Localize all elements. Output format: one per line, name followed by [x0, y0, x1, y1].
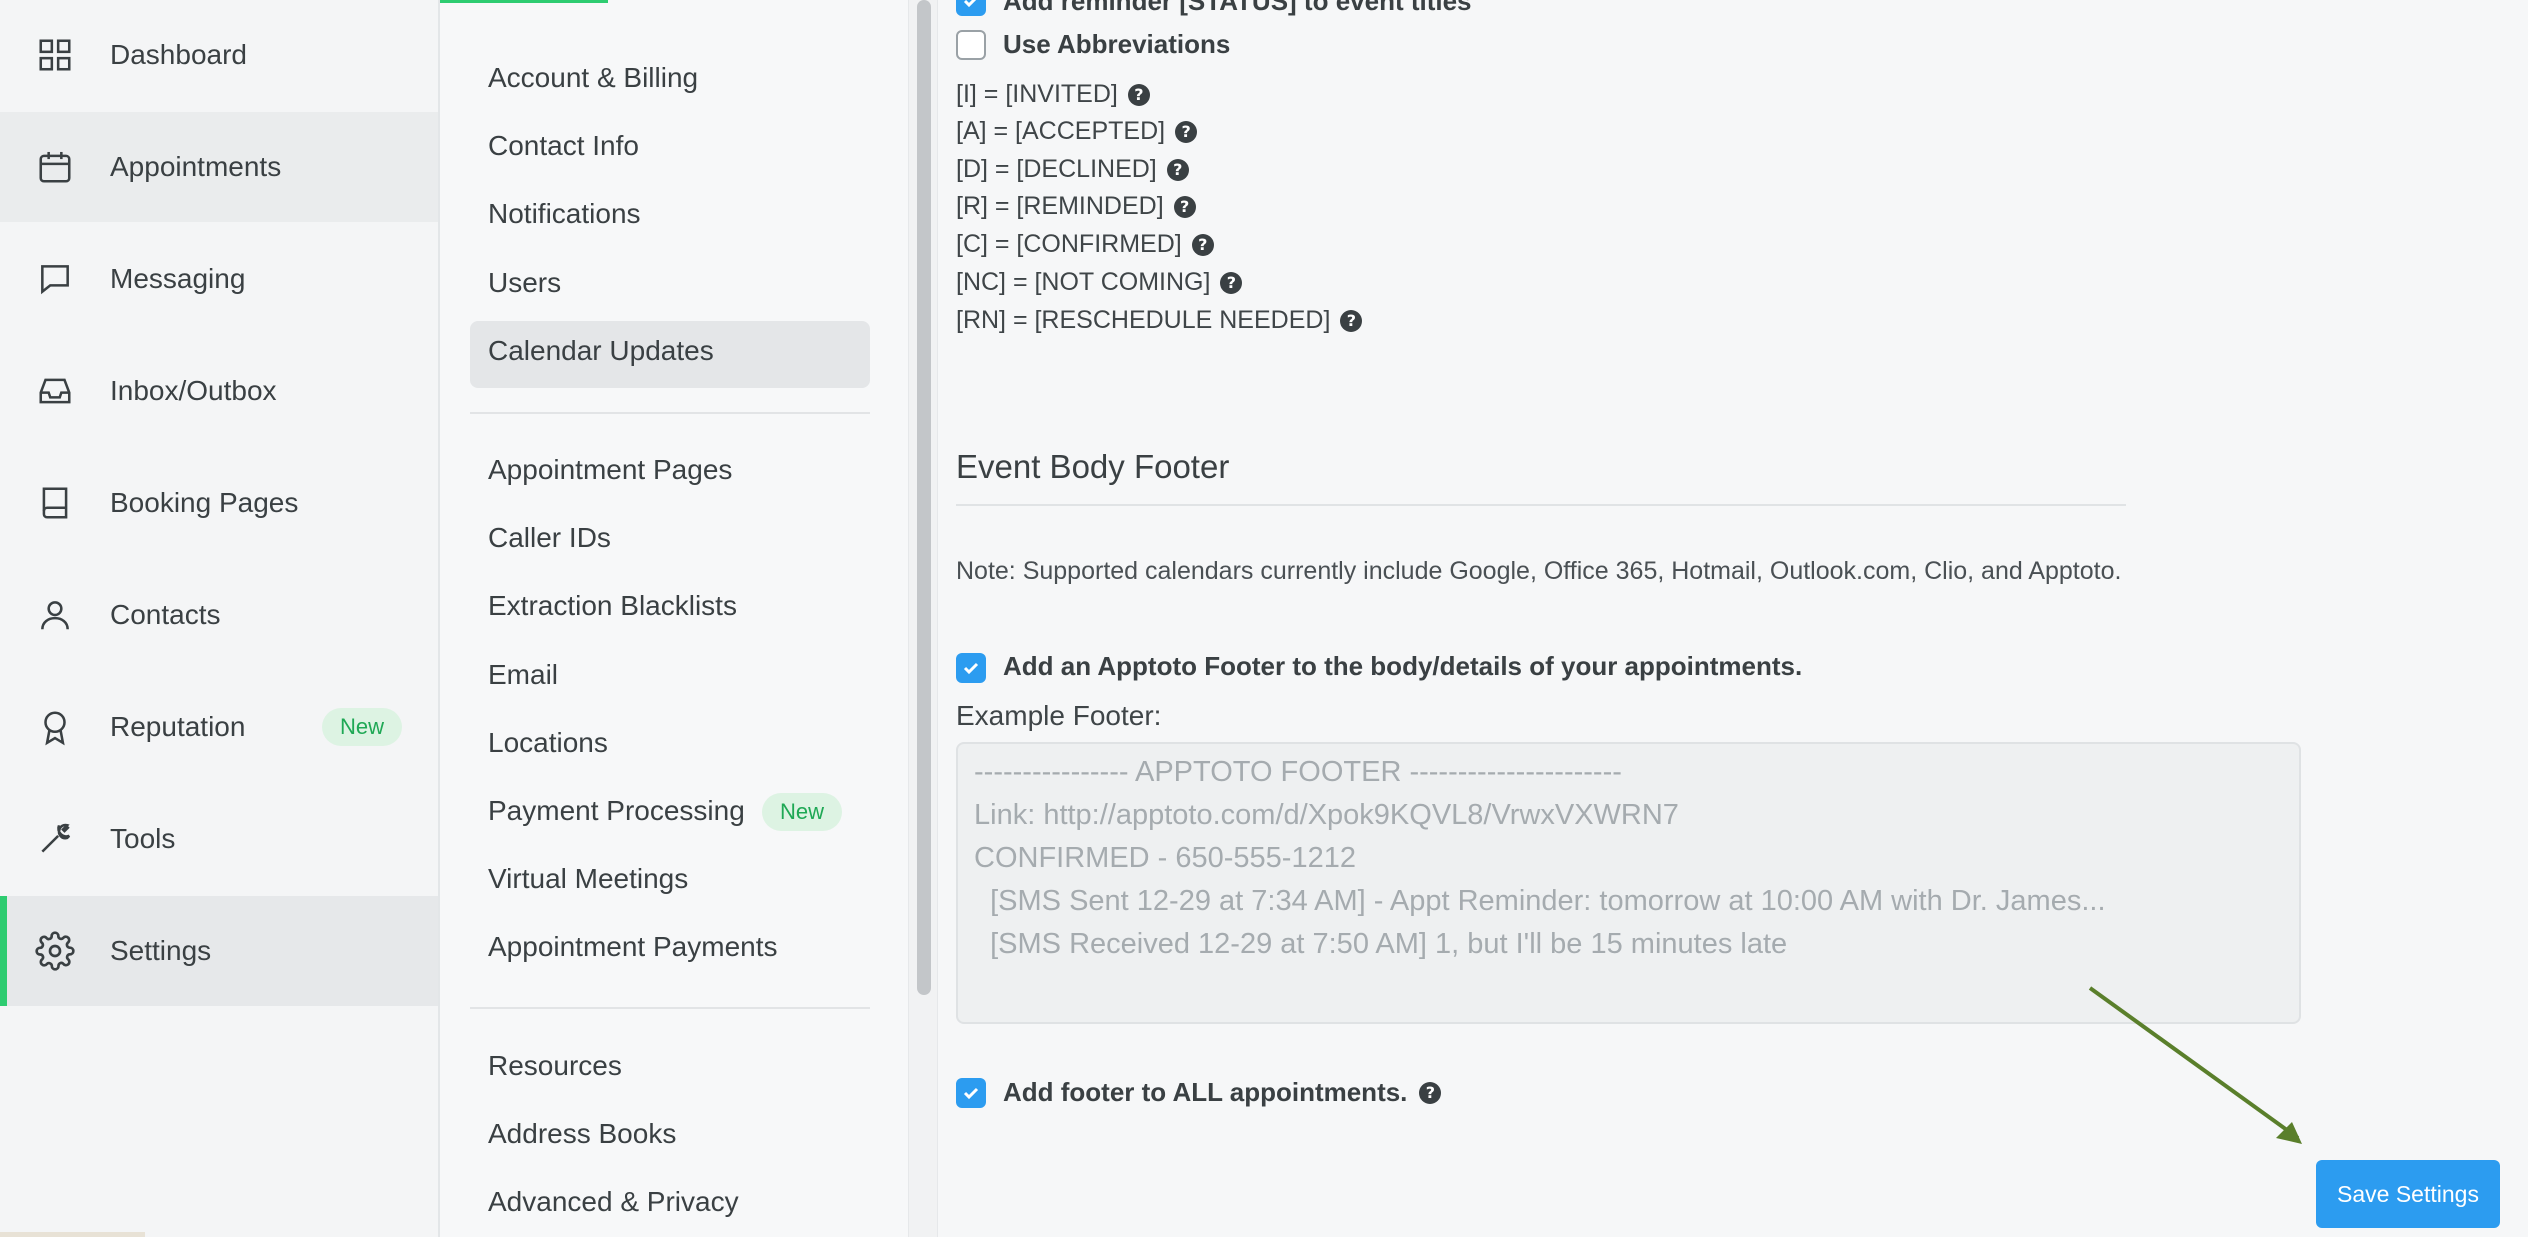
nav-label: Inbox/Outbox: [110, 375, 277, 406]
submenu-item-resources[interactable]: Resources: [488, 1050, 622, 1082]
nav-item-inbox-outbox[interactable]: Inbox/Outbox: [0, 336, 438, 446]
abbreviation-item: [D] = [DECLINED]?: [956, 155, 1189, 184]
nav-item-contacts[interactable]: Contacts: [0, 560, 438, 670]
nav-label: Booking Pages: [110, 487, 299, 518]
help-icon[interactable]: ?: [1191, 233, 1214, 256]
submenu-item-email[interactable]: Email: [488, 659, 558, 691]
abbreviation-text: [C] = [CONFIRMED]: [956, 230, 1182, 258]
example-footer-label: Example Footer:: [956, 700, 1162, 731]
submenu-item-users[interactable]: Users: [488, 267, 561, 299]
abbreviation-item: [RN] = [RESCHEDULE NEEDED]?: [956, 306, 1363, 335]
submenu-divider: [470, 412, 870, 414]
section-divider: [956, 504, 2126, 506]
abbreviation-text: [I] = [INVITED]: [956, 80, 1118, 108]
abbreviation-text: [NC] = [NOT COMING]: [956, 268, 1211, 296]
example-footer-line: [SMS Received 12-29 at 7:50 AM] 1, but I…: [974, 928, 1788, 960]
supported-calendars-note: Note: Supported calendars currently incl…: [956, 557, 2122, 585]
abbreviation-item: [NC] = [NOT COMING]?: [956, 268, 1243, 297]
submenu-item-calendar-updates[interactable]: Calendar Updates: [488, 335, 714, 367]
new-badge: New: [762, 793, 843, 831]
add-footer-checkbox[interactable]: [956, 653, 986, 683]
active-tab-indicator: [440, 0, 608, 3]
nav-label: Appointments: [110, 151, 282, 182]
abbreviation-text: [A] = [ACCEPTED]: [956, 117, 1166, 145]
abbreviation-item: [C] = [CONFIRMED]?: [956, 230, 1214, 259]
help-icon[interactable]: ?: [1340, 309, 1363, 332]
nav-item-reputation[interactable]: Reputation New: [0, 672, 438, 782]
help-icon[interactable]: ?: [1220, 271, 1243, 294]
person-icon: [34, 594, 76, 636]
calendar-icon: [34, 146, 76, 188]
example-footer-line: Link: http://apptoto.com/d/Xpok9KQVL8/Vr…: [974, 799, 1679, 831]
nav-label: Dashboard: [110, 39, 247, 70]
bottom-strip: [0, 1232, 145, 1237]
submenu-item-address-books[interactable]: Address Books: [488, 1118, 676, 1150]
add-reminder-checkbox[interactable]: [956, 0, 986, 16]
gear-icon: [34, 930, 76, 972]
nav-item-booking-pages[interactable]: Booking Pages: [0, 448, 438, 558]
nav-item-messaging[interactable]: Messaging: [0, 224, 438, 334]
submenu-item-notifications[interactable]: Notifications: [488, 198, 641, 230]
submenu-item-payment-processing[interactable]: Payment Processing: [488, 795, 745, 827]
submenu-divider: [470, 1007, 870, 1009]
use-abbreviations-checkbox[interactable]: [956, 30, 986, 60]
submenu-item-caller-ids[interactable]: Caller IDs: [488, 522, 611, 554]
help-icon[interactable]: ?: [1166, 158, 1189, 181]
submenu-item-contact-info[interactable]: Contact Info: [488, 130, 639, 162]
submenu-item-locations[interactable]: Locations: [488, 727, 608, 759]
nav-label: Messaging: [110, 263, 246, 294]
all-appointments-label-group: Add footer to ALL appointments. ?: [1003, 1077, 1442, 1108]
award-icon: [34, 706, 76, 748]
book-icon: [34, 482, 76, 524]
help-icon[interactable]: ?: [1419, 1081, 1442, 1104]
nav-label: Contacts: [110, 599, 221, 630]
use-abbreviations-label: Use Abbreviations: [1003, 29, 1231, 59]
abbreviation-item: [A] = [ACCEPTED]?: [956, 117, 1198, 146]
submenu-item-virtual-meetings[interactable]: Virtual Meetings: [488, 863, 688, 895]
nav-label: Settings: [110, 935, 212, 966]
nav-item-settings[interactable]: Settings: [0, 896, 438, 1006]
submenu-item-appointment-payments[interactable]: Appointment Payments: [488, 931, 778, 963]
submenu-item-extraction-blacklists[interactable]: Extraction Blacklists: [488, 590, 737, 622]
main-nav: Dashboard Appointments Messaging Inbox/O…: [0, 0, 440, 1237]
abbreviation-text: [RN] = [RESCHEDULE NEEDED]: [956, 306, 1331, 334]
add-reminder-label: Add reminder [STATUS] to event titles: [1003, 0, 1472, 16]
nav-item-tools[interactable]: Tools: [0, 784, 438, 894]
message-icon: [34, 258, 76, 300]
add-footer-label: Add an Apptoto Footer to the body/detail…: [1003, 651, 1803, 681]
example-footer-line: CONFIRMED - 650-555-1212: [974, 842, 1356, 874]
abbreviation-item: [I] = [INVITED]?: [956, 80, 1150, 109]
all-appointments-label: Add footer to ALL appointments.: [1003, 1077, 1408, 1107]
dashboard-grid-icon: [34, 34, 76, 76]
inbox-icon: [34, 370, 76, 412]
nav-item-dashboard[interactable]: Dashboard: [0, 0, 438, 110]
annotation-arrow-icon: [2088, 986, 2302, 1144]
wrench-icon: [34, 818, 76, 860]
all-appointments-checkbox[interactable]: [956, 1078, 986, 1108]
help-icon[interactable]: ?: [1127, 83, 1150, 106]
submenu-item-account-billing[interactable]: Account & Billing: [488, 62, 698, 94]
submenu-item-appointment-pages[interactable]: Appointment Pages: [488, 454, 732, 486]
nav-label: Tools: [110, 823, 176, 854]
check-icon: [963, 0, 977, 8]
help-icon[interactable]: ?: [1175, 120, 1198, 143]
nav-item-appointments[interactable]: Appointments: [0, 112, 438, 222]
check-icon: [963, 1087, 979, 1100]
abbreviation-text: [R] = [REMINDED]: [956, 192, 1164, 220]
example-footer-line: ---------------- APPTOTO FOOTER --------…: [974, 756, 1622, 788]
scrollbar-thumb[interactable]: [917, 0, 931, 995]
abbreviation-item: [R] = [REMINDED]?: [956, 192, 1196, 221]
submenu-item-advanced-privacy[interactable]: Advanced & Privacy: [488, 1186, 739, 1218]
new-badge: New: [322, 708, 403, 746]
section-title: Event Body Footer: [956, 448, 1230, 485]
check-icon: [963, 662, 979, 675]
help-icon[interactable]: ?: [1173, 195, 1196, 218]
abbreviation-text: [D] = [DECLINED]: [956, 155, 1157, 183]
submenu-scrollbar[interactable]: [908, 0, 938, 1237]
example-footer-line: [SMS Sent 12-29 at 7:34 AM] - Appt Remin…: [974, 885, 2106, 917]
nav-label: Reputation: [110, 711, 246, 742]
save-settings-button[interactable]: Save Settings: [2316, 1160, 2500, 1228]
